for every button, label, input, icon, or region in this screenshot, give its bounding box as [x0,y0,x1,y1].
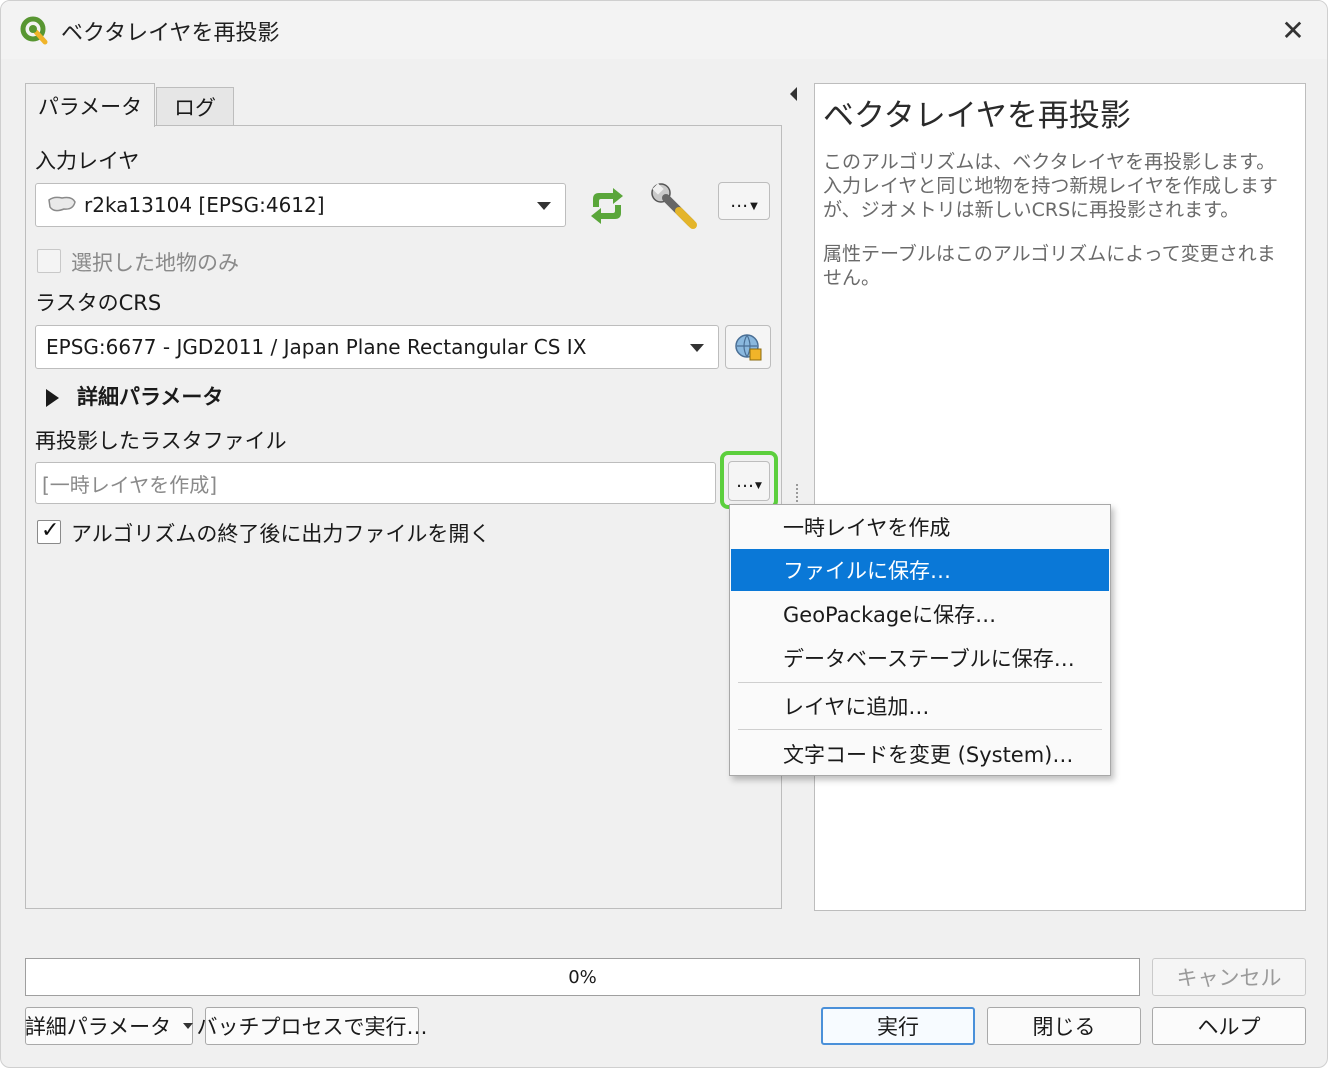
help-paragraph-2: 属性テーブルはこのアルゴリズムによって変更されません。 [823,243,1276,289]
run-button[interactable]: 実行 [821,1007,975,1045]
tab-log-label: ログ [174,95,216,120]
open-after-checkbox[interactable]: ✓ [37,518,61,544]
wrench-icon[interactable] [649,181,701,231]
output-file-input[interactable]: [一時レイヤを作成] [35,462,716,504]
tab-parameters-label: パラメータ [37,94,143,119]
selected-only-checkbox[interactable] [37,249,61,273]
help-title: ベクタレイヤを再投影 [823,98,1131,134]
menu-item-save-to-database[interactable]: データベーステーブルに保存… [731,637,1109,679]
crs-combo[interactable]: EPSG:6677 - JGD2011 / Japan Plane Rectan… [35,325,719,369]
collapse-panel-icon[interactable] [790,87,797,101]
dialog-window: ベクタレイヤを再投影 ✕ パラメータ ログ 入力レイヤ r2ka13104 [E… [0,0,1328,1068]
raster-crs-label: ラスタのCRS [35,291,162,315]
more-options-button[interactable]: … ▼ [718,182,770,220]
tab-parameters[interactable]: パラメータ [25,83,155,127]
menu-item-save-to-file[interactable]: ファイルに保存… [731,549,1109,591]
menu-separator [738,729,1102,730]
output-file-placeholder: [一時レイヤを作成] [42,472,218,497]
output-options-menu: 一時レイヤを作成 ファイルに保存… GeoPackageに保存… データベーステ… [729,504,1111,776]
chevron-down-icon [537,202,551,210]
menu-item-change-encoding[interactable]: 文字コードを変更 (System)… [731,733,1109,775]
batch-process-button[interactable]: バッチプロセスで実行… [197,1007,428,1045]
more-options-label: … [730,190,749,212]
close-label: 閉じる [1032,1015,1096,1039]
selected-only-label: 選択した地物のみ [71,251,239,275]
open-after-label: アルゴリズムの終了後に出力ファイルを開く [71,522,491,546]
progress-text: 0% [568,966,597,988]
chevron-down-icon [183,1023,194,1029]
menu-item-temporary-layer[interactable]: 一時レイヤを作成 [731,506,1109,548]
progress-bar: 0% [25,958,1140,996]
crs-value: EPSG:6677 - JGD2011 / Japan Plane Rectan… [46,335,587,359]
qgis-logo-icon [20,16,48,45]
close-icon[interactable]: ✕ [1273,11,1313,49]
checkmark-icon: ✓ [41,518,60,543]
parameters-panel [25,125,782,909]
help-button[interactable]: ヘルプ [1152,1007,1306,1045]
tab-log[interactable]: ログ [156,87,234,125]
crs-select-button[interactable] [725,325,771,369]
window-title: ベクタレイヤを再投影 [61,21,280,46]
advanced-params-toggle[interactable]: 詳細パラメータ [77,381,223,411]
help-panel: ベクタレイヤを再投影 このアルゴリズムは、ベクタレイヤを再投影します。入力レイヤ… [814,83,1306,911]
expand-arrow-icon[interactable] [45,388,61,408]
polygon-layer-icon [48,196,76,212]
globe-icon [735,334,762,361]
close-button[interactable]: 閉じる [987,1007,1141,1045]
batch-label: バッチプロセスで実行… [196,1015,428,1039]
chevron-down-icon [690,344,704,352]
chevron-down-icon: ▼ [750,200,758,212]
splitter-handle[interactable] [796,484,799,502]
input-layer-value: r2ka13104 [EPSG:4612] [84,193,325,217]
highlight-ring [720,451,778,509]
iterate-icon[interactable] [583,185,631,227]
output-file-label: 再投影したラスタファイル [35,429,287,453]
help-paragraph-1: このアルゴリズムは、ベクタレイヤを再投影します。入力レイヤと同じ地物を持つ新規レ… [823,151,1278,221]
title-bar: ベクタレイヤを再投影 ✕ [1,1,1327,59]
run-label: 実行 [877,1015,919,1039]
input-layer-combo[interactable]: r2ka13104 [EPSG:4612] [35,183,566,227]
menu-separator [738,682,1102,683]
advanced-dropdown-button[interactable]: 詳細パラメータ [24,1007,194,1045]
cancel-label: キャンセル [1176,966,1282,990]
cancel-button[interactable]: キャンセル [1152,958,1306,996]
menu-item-save-to-geopackage[interactable]: GeoPackageに保存… [731,593,1109,635]
advanced-label: 詳細パラメータ [24,1015,172,1039]
menu-item-append-to-layer[interactable]: レイヤに追加… [731,685,1109,727]
input-layer-label: 入力レイヤ [35,149,140,173]
help-label: ヘルプ [1197,1015,1261,1039]
